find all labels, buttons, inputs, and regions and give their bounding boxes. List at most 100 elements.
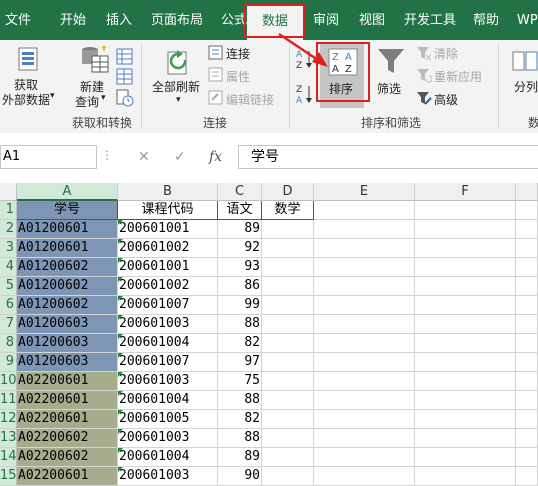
table-cell[interactable]: 82 [218,334,262,353]
select-all-corner[interactable] [0,183,17,201]
table-cell[interactable] [262,258,314,277]
tab-home[interactable]: 开始 [60,0,86,40]
column-header-a[interactable]: A [17,183,118,201]
column-header-e[interactable]: E [314,183,415,201]
filter-button[interactable]: 筛选 [377,80,401,97]
edit-links-button[interactable]: 编辑链接 [226,91,274,108]
column-header-d[interactable]: D [262,183,314,201]
recent-sources-icon[interactable] [116,89,134,107]
row-header[interactable]: 14 [0,448,17,467]
header-cell[interactable]: 学号 [17,201,118,220]
table-cell[interactable]: 200601004 [118,391,218,410]
row-header[interactable]: 1 [0,201,17,220]
table-cell[interactable]: A01200602 [17,277,118,296]
row-header[interactable]: 11 [0,391,17,410]
table-cell[interactable] [516,467,538,486]
table-cell[interactable] [516,334,538,353]
clear-button[interactable]: 清除 [434,45,458,62]
table-cell[interactable]: 200601002 [118,277,218,296]
table-cell[interactable] [415,372,516,391]
table-cell[interactable]: A02200601 [17,467,118,486]
table-cell[interactable]: 89 [218,448,262,467]
cancel-icon[interactable]: ✕ [138,149,150,165]
table-cell[interactable] [314,448,415,467]
name-box[interactable]: A1 [0,145,97,169]
tab-insert[interactable]: 插入 [106,0,132,40]
table-cell[interactable] [262,315,314,334]
table-cell[interactable]: A02200601 [17,410,118,429]
sort-ascending-icon[interactable]: A Z [295,48,315,70]
table-cell[interactable] [314,410,415,429]
table-cell[interactable]: 82 [218,410,262,429]
table-cell[interactable] [262,372,314,391]
table-cell[interactable]: A01200602 [17,258,118,277]
table-cell[interactable] [314,429,415,448]
header-cell[interactable] [516,201,538,220]
table-cell[interactable] [516,296,538,315]
advanced-button[interactable]: 高级 [434,91,458,108]
tab-wps[interactable]: WP [517,0,538,40]
row-header[interactable]: 8 [0,334,17,353]
table-cell[interactable] [415,410,516,429]
table-cell[interactable]: 200601007 [118,296,218,315]
row-header[interactable]: 2 [0,220,17,239]
table-cell[interactable]: 75 [218,372,262,391]
row-header[interactable]: 13 [0,429,17,448]
table-cell[interactable] [262,220,314,239]
table-cell[interactable]: 99 [218,296,262,315]
table-cell[interactable] [415,220,516,239]
show-queries-icon[interactable] [116,48,134,66]
table-cell[interactable]: A01200603 [17,353,118,372]
row-header[interactable]: 7 [0,315,17,334]
table-cell[interactable]: 200601001 [118,220,218,239]
worksheet-grid[interactable]: A B C D E F 1 学号 课程代码 语文 数学 2 A01200601 2006010… [0,179,538,486]
enter-icon[interactable]: ✓ [174,149,186,165]
sort-descending-icon[interactable]: Z A [295,83,315,107]
table-cell[interactable] [314,239,415,258]
table-cell[interactable] [516,239,538,258]
table-cell[interactable] [262,353,314,372]
row-header[interactable]: 15 [0,467,17,486]
table-cell[interactable]: A01200603 [17,334,118,353]
table-cell[interactable] [314,353,415,372]
table-cell[interactable] [262,296,314,315]
column-header-g[interactable] [516,183,538,201]
table-cell[interactable] [516,353,538,372]
refresh-all-button[interactable]: 全部刷新 [152,78,200,95]
tab-page-layout[interactable]: 页面布局 [151,0,203,40]
table-cell[interactable] [262,410,314,429]
table-cell[interactable] [262,467,314,486]
tab-help[interactable]: 帮助 [473,0,499,40]
table-cell[interactable]: 93 [218,258,262,277]
table-cell[interactable] [415,391,516,410]
table-cell[interactable] [415,429,516,448]
row-header[interactable]: 10 [0,372,17,391]
table-cell[interactable]: 200601004 [118,334,218,353]
from-table-icon[interactable] [116,68,134,86]
table-cell[interactable]: 89 [218,220,262,239]
table-cell[interactable] [415,448,516,467]
split-columns-button[interactable]: 分列 [514,78,538,95]
table-cell[interactable] [516,220,538,239]
new-query-label[interactable]: 查询 [75,93,99,110]
table-cell[interactable] [415,296,516,315]
table-cell[interactable] [314,334,415,353]
table-cell[interactable]: 200601005 [118,410,218,429]
table-cell[interactable]: 88 [218,391,262,410]
table-cell[interactable] [262,429,314,448]
table-cell[interactable]: 200601001 [118,258,218,277]
table-cell[interactable]: A02200601 [17,391,118,410]
table-cell[interactable] [262,448,314,467]
table-cell[interactable] [314,296,415,315]
row-header[interactable]: 12 [0,410,17,429]
connections-button[interactable]: 连接 [226,45,250,62]
table-cell[interactable] [415,467,516,486]
reapply-button[interactable]: 重新应用 [434,68,482,85]
table-cell[interactable]: 200601004 [118,448,218,467]
row-header[interactable]: 9 [0,353,17,372]
table-cell[interactable] [415,258,516,277]
table-cell[interactable]: A02200602 [17,429,118,448]
table-cell[interactable] [516,429,538,448]
chevron-down-icon[interactable]: ▾ [50,91,55,101]
table-cell[interactable] [415,334,516,353]
